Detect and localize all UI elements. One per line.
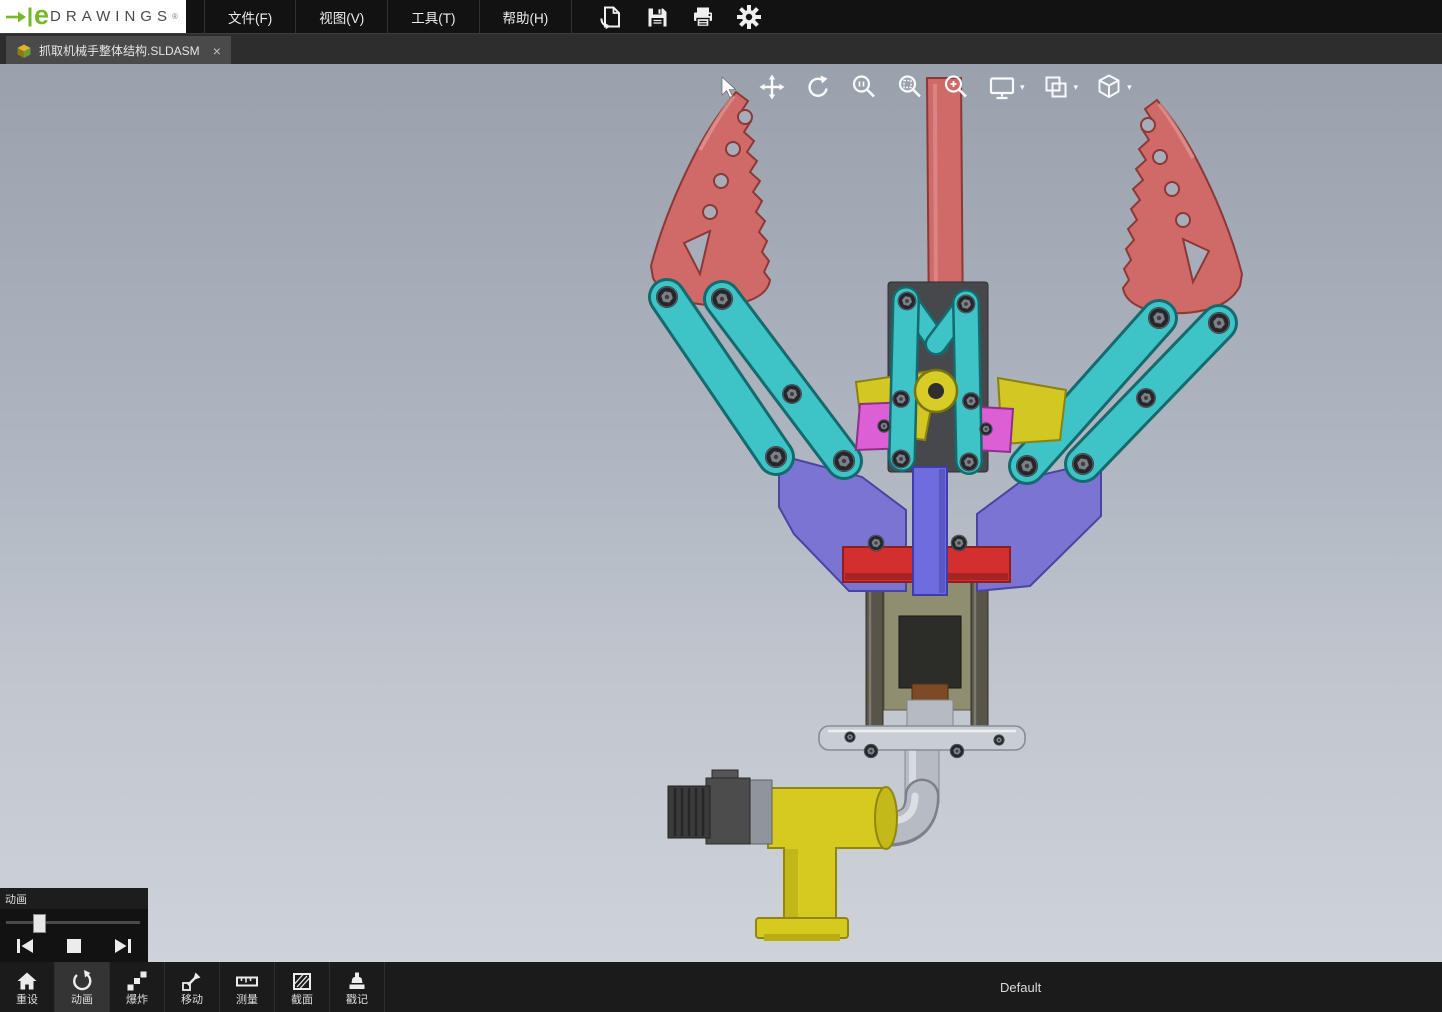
configuration-label: Default [1000,979,1042,995]
stop-icon [66,939,81,953]
tool-explode[interactable]: 爆炸 [110,962,165,1012]
bottom-toolbar: 重设 动画 爆炸 移动 测量 截面 戳记 Default [0,962,1442,1012]
edrawings-window: e DRAWINGS ® 文件(F) 视图(V) 工具(T) 帮助(H) 抓取机… [0,0,1442,1012]
display-monitor-icon [989,77,1015,100]
logo-text: DRAWINGS [50,8,172,25]
stamp-icon [349,972,365,989]
tab-close-icon[interactable]: × [213,43,221,59]
select-tool[interactable] [711,72,741,102]
viewport: ▾ ▾ ▾ 动画 [0,64,1442,962]
save-icon [648,8,667,26]
logo-registered-mark: ® [171,12,178,21]
edrawings-logo: e DRAWINGS ® [0,0,186,33]
print-button[interactable] [690,4,716,30]
open-file-button[interactable] [598,4,624,30]
tool-animation[interactable]: 动画 [55,962,110,1012]
print-icon [694,7,713,27]
rotate-icon [808,75,828,97]
settings-button[interactable] [736,4,762,30]
viewport-toolbar: ▾ ▾ ▾ [711,72,1132,102]
part-connector-plug [667,769,773,845]
tab-label: 抓取机械手整体结构.SLDASM [39,44,200,58]
logo-arrow-icon [6,7,32,26]
part-blue-column [912,466,948,596]
menu-view[interactable]: 视图(V) [296,0,389,33]
zoom-area-icon [898,75,921,98]
skip-to-start-button[interactable] [12,933,38,959]
stop-button[interactable] [61,933,87,959]
animation-slider-handle[interactable] [33,914,46,933]
assembly-icon [17,44,31,58]
menu-toolbar [598,0,762,33]
tool-stamp[interactable]: 戳记 [330,962,385,1012]
animation-icon [73,969,92,990]
chevron-down-icon[interactable]: ▾ [1127,82,1132,92]
save-button[interactable] [644,4,670,30]
explode-icon [127,971,147,990]
measure-icon [236,976,258,986]
chevron-down-icon[interactable]: ▾ [1074,82,1079,92]
appearance-icon [1045,76,1067,98]
zoom-fit-icon [852,75,875,98]
zoom-area-tool[interactable] [895,72,925,102]
display-style-tool[interactable]: ▾ [987,72,1025,102]
move-component-icon [182,972,201,991]
animation-panel-title: 动画 [5,893,27,906]
cursor-icon [721,76,737,98]
part-gripper-finger-right [1121,98,1244,316]
tool-reset[interactable]: 重设 [0,962,55,1012]
chevron-down-icon[interactable]: ▾ [1020,82,1025,92]
part-link-arms-left [648,278,863,480]
animation-panel: 动画 [0,888,148,962]
gear-icon [737,4,762,29]
menu-tools[interactable]: 工具(T) [388,0,480,33]
pan-icon [759,74,785,100]
viewport-canvas[interactable] [0,64,1442,962]
open-file-icon [600,6,621,29]
part-gripper-finger-left [649,90,772,308]
home-icon [17,972,37,989]
skip-to-end-button[interactable] [110,933,136,959]
zoom-fit-tool[interactable] [849,72,879,102]
appearance-tool[interactable]: ▾ [1041,72,1079,102]
menu-items: 文件(F) 视图(V) 工具(T) 帮助(H) [204,0,573,33]
menu-bar: e DRAWINGS ® 文件(F) 视图(V) 工具(T) 帮助(H) [0,0,1442,33]
tool-measure[interactable]: 测量 [220,962,275,1012]
tool-move[interactable]: 移动 [165,962,220,1012]
part-yellow-hub [913,368,959,414]
rotate-tool[interactable] [803,72,833,102]
menu-help[interactable]: 帮助(H) [480,0,573,33]
zoom-tool[interactable] [941,72,971,102]
animation-timeline-track[interactable] [6,921,140,924]
skip-end-icon [115,939,132,953]
orientation-cube-icon [1098,74,1120,99]
view-orientation-tool[interactable]: ▾ [1094,72,1132,102]
skip-start-icon [16,939,33,953]
section-icon [293,972,311,990]
menu-file[interactable]: 文件(F) [204,0,297,33]
tool-section[interactable]: 截面 [275,962,330,1012]
zoom-icon [944,75,967,98]
part-yellow-elbow-bracket [755,786,898,941]
pan-tool[interactable] [757,72,787,102]
tab-bar: 抓取机械手整体结构.SLDASM × [0,33,1442,65]
document-tab[interactable]: 抓取机械手整体结构.SLDASM × [6,36,231,65]
logo-e: e [34,0,50,30]
